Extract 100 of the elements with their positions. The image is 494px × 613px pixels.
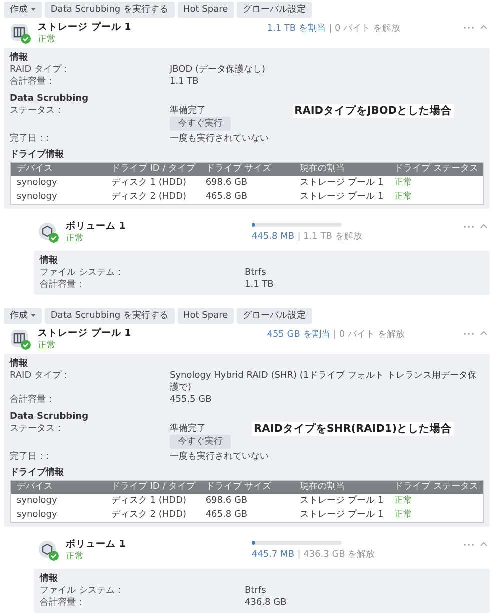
info-label: ファイル システム： xyxy=(40,267,125,279)
table-cell-text: ディスク 1 (HDD) xyxy=(110,495,188,507)
volume-name: ボリューム 1 xyxy=(66,539,126,551)
table-cell-text: synology xyxy=(16,509,58,521)
allocated-text: 455 GB を割当 xyxy=(267,330,330,340)
column-header: デバイス xyxy=(16,163,54,176)
toolbar-button[interactable]: Data Scrubbing を実行する xyxy=(44,308,174,324)
free-text: | 1.1 TB を解放 xyxy=(298,232,362,242)
table-cell-text: 465.8 GB xyxy=(204,191,249,203)
toolbar-button[interactable]: 作成 xyxy=(4,2,42,18)
table-cell-text: ストレージ プール 1 xyxy=(299,177,385,189)
info-label: RAID タイプ： xyxy=(10,64,72,76)
toolbar-button[interactable]: Data Scrubbing を実行する xyxy=(44,2,174,18)
info-value: 455.5 GB xyxy=(170,394,212,406)
info-value: Synology Hybrid RAID (SHR) (1ドライブ フォルト トレランス用データ保護で) xyxy=(170,370,478,394)
table-cell-text: ストレージ プール 1 xyxy=(299,191,385,203)
table-cell-text: ストレージ プール 1 xyxy=(299,495,385,507)
info-value: JBOD (データ保護なし) xyxy=(170,64,266,76)
toolbar-button[interactable]: グローバル設定 xyxy=(237,2,312,18)
info-label: 合計容量： xyxy=(40,279,86,291)
info-value: 準備完了 xyxy=(170,105,207,117)
info-label: ファイル システム： xyxy=(40,585,125,597)
info-value: Btrfs xyxy=(245,267,266,279)
toolbar-button[interactable]: グローバル設定 xyxy=(237,308,312,324)
section-heading: 情報 xyxy=(40,255,59,267)
annotation-text: RAIDタイプをSHR(RAID1)とした場合 xyxy=(252,422,454,436)
storage-pool-icon xyxy=(10,329,32,351)
table-cell-text: 正常 xyxy=(394,495,414,507)
toolbar-button[interactable]: Hot Spare xyxy=(178,308,234,324)
used-text: 445.8 MB xyxy=(252,232,294,242)
info-label: RAID タイプ： xyxy=(10,370,72,383)
info-value: 436.8 GB xyxy=(245,597,287,609)
column-header: デバイス xyxy=(16,481,54,494)
status-text: 正常 xyxy=(66,551,85,563)
column-header: ドライブ ステータス xyxy=(394,481,480,494)
table-cell-text: ディスク 2 (HDD) xyxy=(110,191,188,203)
volume-name: ボリューム 1 xyxy=(66,221,126,233)
table-cell-text: 465.8 GB xyxy=(204,509,249,521)
info-label: 合計容量： xyxy=(10,394,56,406)
status-text: 正常 xyxy=(38,34,57,46)
run-now-button[interactable]: 今すぐ実行 xyxy=(170,117,231,131)
volume-icon xyxy=(38,222,60,244)
allocated-text: 1.1 TB を割当 xyxy=(267,24,326,34)
toolbar-button[interactable]: Hot Spare xyxy=(178,2,234,18)
info-label: ステータス： xyxy=(10,105,65,118)
info-value: 一度も実行されていない xyxy=(170,451,269,463)
table-cell-text: ストレージ プール 1 xyxy=(299,509,385,521)
info-value: Btrfs xyxy=(245,585,266,597)
section-heading: Data Scrubbing xyxy=(10,93,90,105)
info-label: 合計容量： xyxy=(40,597,86,609)
section-heading: ドライブ情報 xyxy=(10,467,65,479)
free-text: | 436.3 GB を解放 xyxy=(298,550,376,560)
status-text: 正常 xyxy=(38,340,57,352)
table-cell-text: synology xyxy=(16,191,58,203)
more-icon[interactable] xyxy=(462,224,474,228)
collapse-icon[interactable] xyxy=(480,25,488,30)
annotation-text: RAIDタイプをJBODとした場合 xyxy=(292,104,454,118)
pool-name: ストレージ プール 1 xyxy=(38,328,132,340)
info-label: 合計容量： xyxy=(10,76,56,88)
info-value: 1.1 TB xyxy=(245,279,274,291)
column-header: ドライブ サイズ xyxy=(204,481,273,494)
column-header: 現在の割当 xyxy=(299,163,346,176)
info-value: 一度も実行されていない xyxy=(170,133,269,145)
status-text: 正常 xyxy=(66,233,85,245)
more-icon[interactable] xyxy=(462,26,474,30)
table-cell-text: ディスク 2 (HDD) xyxy=(110,509,188,521)
section-heading: 情報 xyxy=(10,358,29,370)
column-header: ドライブ ID / タイプ xyxy=(110,163,197,176)
table-cell-text: synology xyxy=(16,495,58,507)
info-label: 完了日：: xyxy=(10,451,50,463)
column-header: ドライブ ID / タイプ xyxy=(110,481,197,494)
pool-name: ストレージ プール 1 xyxy=(38,22,132,34)
collapse-icon[interactable] xyxy=(480,331,488,336)
section-heading: 情報 xyxy=(10,52,29,64)
column-header: 現在の割当 xyxy=(299,481,346,494)
free-text: | 0 バイト を解放 xyxy=(333,330,405,340)
info-value: 1.1 TB xyxy=(170,76,199,88)
section-heading: ドライブ情報 xyxy=(10,149,65,161)
info-label: ステータス： xyxy=(10,423,65,436)
used-text: 445.7 MB xyxy=(252,550,294,560)
info-value: 準備完了 xyxy=(170,423,207,435)
volume-icon xyxy=(38,540,60,562)
more-icon[interactable] xyxy=(462,332,474,336)
table-cell-text: 正常 xyxy=(394,509,414,521)
info-label: 完了日：: xyxy=(10,133,50,145)
collapse-icon[interactable] xyxy=(480,542,488,547)
free-text: | 0 バイト を解放 xyxy=(329,24,400,34)
table-cell-text: 正常 xyxy=(394,177,414,189)
table-cell-text: synology xyxy=(16,177,58,189)
more-icon[interactable] xyxy=(462,542,474,546)
run-now-button[interactable]: 今すぐ実行 xyxy=(170,435,231,449)
column-header: ドライブ ステータス xyxy=(394,163,480,176)
collapse-icon[interactable] xyxy=(480,224,488,229)
toolbar-button[interactable]: 作成 xyxy=(4,308,42,324)
table-cell-text: 正常 xyxy=(394,191,414,203)
section-heading: Data Scrubbing xyxy=(10,411,90,423)
column-header: ドライブ サイズ xyxy=(204,163,273,176)
storage-pool-icon xyxy=(10,23,32,45)
table-cell-text: ディスク 1 (HDD) xyxy=(110,177,188,189)
section-heading: 情報 xyxy=(40,573,59,585)
